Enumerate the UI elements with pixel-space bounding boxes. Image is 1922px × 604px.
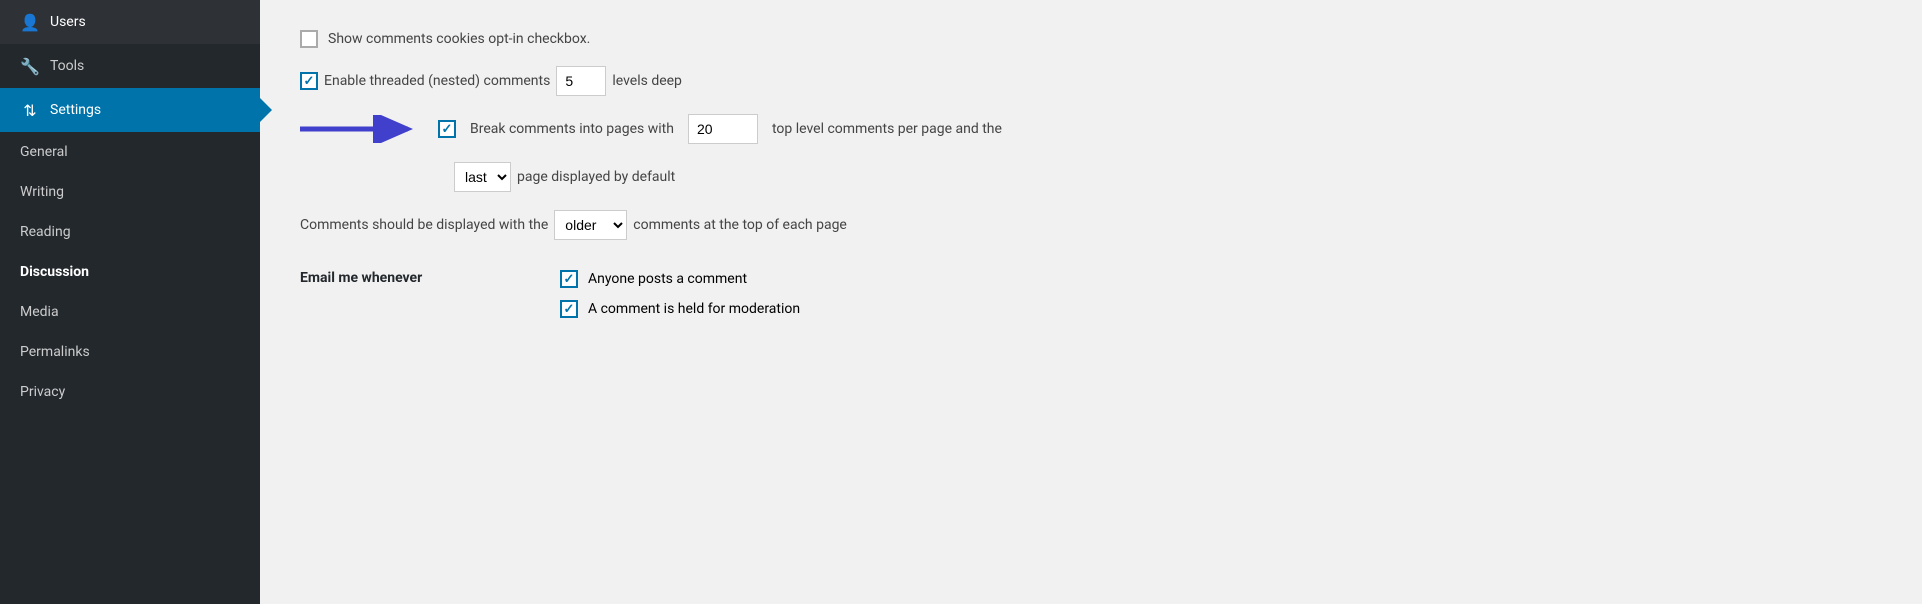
blue-arrow-annotation <box>300 115 420 143</box>
sidebar-item-label: Writing <box>20 184 64 200</box>
sidebar: 👤 Users 🔧 Tools ⇅ Settings General Writi… <box>0 0 260 604</box>
row-comments-order: Comments should be displayed with the ol… <box>300 210 1882 240</box>
sidebar-item-label: Media <box>20 304 59 320</box>
email-check-2: A comment is held for moderation <box>560 300 800 318</box>
email-section-label: Email me whenever <box>300 270 540 286</box>
sidebar-item-permalinks[interactable]: Permalinks <box>0 332 260 372</box>
row-break-comments: Break comments into pages with top level… <box>300 114 1882 144</box>
sidebar-item-users[interactable]: 👤 Users <box>0 0 260 44</box>
sidebar-item-label: General <box>20 144 68 160</box>
comments-order-label-after: comments at the top of each page <box>633 217 847 233</box>
sidebar-item-settings[interactable]: ⇅ Settings <box>0 88 260 132</box>
threaded-label-after: levels deep <box>612 73 682 89</box>
comments-order-select[interactable]: older newer <box>554 210 627 240</box>
settings-icon: ⇅ <box>20 100 40 120</box>
row-threaded: Enable threaded (nested) comments levels… <box>300 66 1882 96</box>
sidebar-item-label: Privacy <box>20 384 65 400</box>
sidebar-item-media[interactable]: Media <box>0 292 260 332</box>
break-comments-label-after: top level comments per page and the <box>772 121 1002 137</box>
sidebar-item-label: Reading <box>20 224 71 240</box>
email-anyone-label: Anyone posts a comment <box>588 271 747 287</box>
break-comments-checkbox[interactable] <box>438 120 456 138</box>
cookies-checkbox[interactable] <box>300 30 318 48</box>
main-content: Show comments cookies opt-in checkbox. E… <box>260 0 1922 604</box>
threaded-checkbox[interactable] <box>300 72 318 90</box>
sidebar-item-label: Permalinks <box>20 344 90 360</box>
sidebar-item-label: Tools <box>50 58 84 74</box>
sidebar-item-tools[interactable]: 🔧 Tools <box>0 44 260 88</box>
threaded-levels-input[interactable] <box>556 66 606 96</box>
sidebar-item-writing[interactable]: Writing <box>0 172 260 212</box>
email-moderation-label: A comment is held for moderation <box>588 301 800 317</box>
cookies-label: Show comments cookies opt-in checkbox. <box>328 31 590 47</box>
comments-order-label-before: Comments should be displayed with the <box>300 217 548 233</box>
sidebar-item-reading[interactable]: Reading <box>0 212 260 252</box>
user-icon: 👤 <box>20 12 40 32</box>
threaded-label-before: Enable threaded (nested) comments <box>324 73 550 89</box>
sidebar-item-label: Discussion <box>20 264 89 280</box>
email-check-1: Anyone posts a comment <box>560 270 800 288</box>
email-moderation-checkbox[interactable] <box>560 300 578 318</box>
sidebar-item-general[interactable]: General <box>0 132 260 172</box>
email-anyone-checkbox[interactable] <box>560 270 578 288</box>
sidebar-item-label: Users <box>50 14 86 30</box>
sidebar-item-privacy[interactable]: Privacy <box>0 372 260 412</box>
email-section: Email me whenever Anyone posts a comment… <box>300 270 1882 318</box>
page-order-select[interactable]: last first <box>454 162 511 192</box>
break-comments-label-before: Break comments into pages with <box>470 121 674 137</box>
break-comments-number-input[interactable] <box>688 114 758 144</box>
sidebar-item-label: Settings <box>50 102 101 118</box>
row-page-display: last first page displayed by default <box>454 162 1882 192</box>
page-display-label: page displayed by default <box>517 169 675 185</box>
cookies-checkbox-wrap: Show comments cookies opt-in checkbox. <box>300 30 590 48</box>
row-cookies: Show comments cookies opt-in checkbox. <box>300 30 1882 48</box>
sidebar-item-discussion[interactable]: Discussion <box>0 252 260 292</box>
tools-icon: 🔧 <box>20 56 40 76</box>
email-checks: Anyone posts a comment A comment is held… <box>560 270 800 318</box>
